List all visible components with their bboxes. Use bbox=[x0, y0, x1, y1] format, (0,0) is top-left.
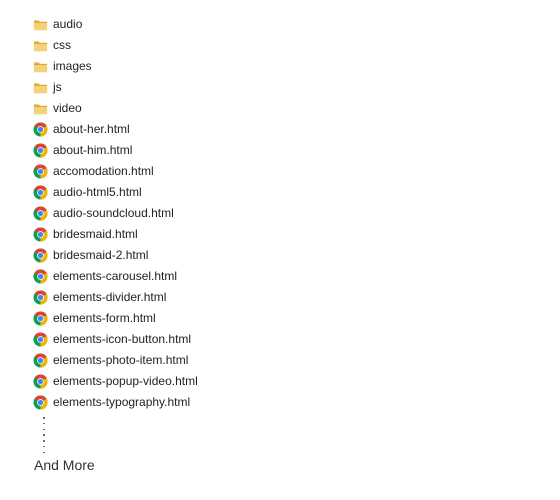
file-item[interactable]: bridesmaid.html bbox=[33, 224, 198, 245]
file-name: audio-html5.html bbox=[53, 185, 142, 199]
file-name: about-her.html bbox=[53, 122, 130, 136]
folder-icon bbox=[33, 101, 48, 116]
and-more-label: And More bbox=[34, 457, 95, 473]
chrome-icon bbox=[33, 290, 48, 305]
file-list: audio css images js video about-her.html about… bbox=[33, 14, 198, 413]
ellipsis-dot bbox=[43, 417, 45, 419]
folder-item[interactable]: css bbox=[33, 35, 198, 56]
chrome-icon bbox=[33, 395, 48, 410]
chrome-icon bbox=[33, 248, 48, 263]
file-name: audio bbox=[53, 17, 83, 31]
file-name: elements-carousel.html bbox=[53, 269, 178, 283]
file-name: elements-popup-video.html bbox=[53, 374, 198, 388]
ellipsis-dot bbox=[43, 428, 45, 430]
ellipsis-dot bbox=[43, 440, 45, 442]
file-item[interactable]: elements-popup-video.html bbox=[33, 371, 198, 392]
file-item[interactable]: bridesmaid-2.html bbox=[33, 245, 198, 266]
folder-item[interactable]: images bbox=[33, 56, 198, 77]
chrome-icon bbox=[33, 311, 48, 326]
file-item[interactable]: elements-divider.html bbox=[33, 287, 198, 308]
file-name: js bbox=[53, 80, 62, 94]
vertical-ellipsis bbox=[43, 417, 45, 453]
folder-icon bbox=[33, 17, 48, 32]
chrome-icon bbox=[33, 185, 48, 200]
file-item[interactable]: accomodation.html bbox=[33, 161, 198, 182]
file-item[interactable]: elements-form.html bbox=[33, 308, 198, 329]
file-name: css bbox=[53, 38, 71, 52]
chrome-icon bbox=[33, 206, 48, 221]
chrome-icon bbox=[33, 269, 48, 284]
file-item[interactable]: elements-icon-button.html bbox=[33, 329, 198, 350]
chrome-icon bbox=[33, 353, 48, 368]
ellipsis-dot bbox=[43, 451, 45, 453]
ellipsis-dot bbox=[43, 445, 45, 448]
folder-item[interactable]: video bbox=[33, 98, 198, 119]
chrome-icon bbox=[33, 374, 48, 389]
file-name: accomodation.html bbox=[53, 164, 154, 178]
chrome-icon bbox=[33, 143, 48, 158]
file-name: elements-form.html bbox=[53, 311, 156, 325]
file-name: audio-soundcloud.html bbox=[53, 206, 174, 220]
file-name: video bbox=[53, 101, 82, 115]
ellipsis-dot bbox=[43, 434, 45, 436]
folder-icon bbox=[33, 38, 48, 53]
folder-icon bbox=[33, 59, 48, 74]
folder-item[interactable]: audio bbox=[33, 14, 198, 35]
file-name: bridesmaid-2.html bbox=[53, 248, 149, 262]
file-name: bridesmaid.html bbox=[53, 227, 138, 241]
chrome-icon bbox=[33, 164, 48, 179]
chrome-icon bbox=[33, 332, 48, 347]
file-item[interactable]: about-her.html bbox=[33, 119, 198, 140]
folder-icon bbox=[33, 80, 48, 95]
file-name: elements-photo-item.html bbox=[53, 353, 189, 367]
ellipsis-dot bbox=[43, 422, 45, 425]
file-name: about-him.html bbox=[53, 143, 133, 157]
file-item[interactable]: audio-soundcloud.html bbox=[33, 203, 198, 224]
file-name: images bbox=[53, 59, 92, 73]
file-item[interactable]: audio-html5.html bbox=[33, 182, 198, 203]
file-item[interactable]: elements-typography.html bbox=[33, 392, 198, 413]
folder-item[interactable]: js bbox=[33, 77, 198, 98]
file-item[interactable]: elements-carousel.html bbox=[33, 266, 198, 287]
chrome-icon bbox=[33, 227, 48, 242]
file-item[interactable]: about-him.html bbox=[33, 140, 198, 161]
file-name: elements-divider.html bbox=[53, 290, 167, 304]
file-name: elements-typography.html bbox=[53, 395, 191, 409]
file-item[interactable]: elements-photo-item.html bbox=[33, 350, 198, 371]
file-name: elements-icon-button.html bbox=[53, 332, 192, 346]
chrome-icon bbox=[33, 122, 48, 137]
